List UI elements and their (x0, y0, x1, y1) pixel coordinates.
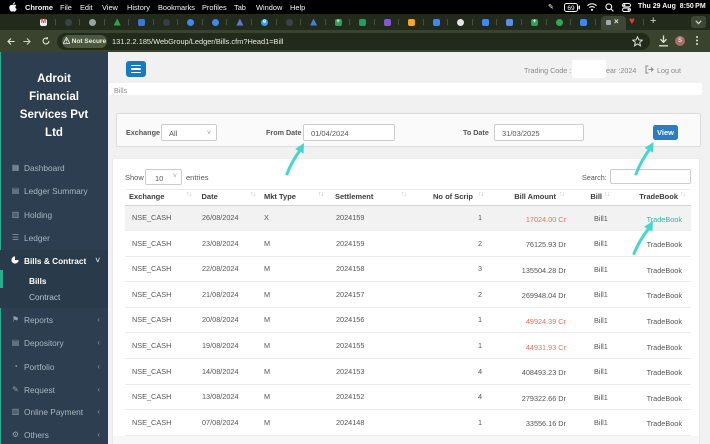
svg-text:69: 69 (567, 5, 575, 12)
